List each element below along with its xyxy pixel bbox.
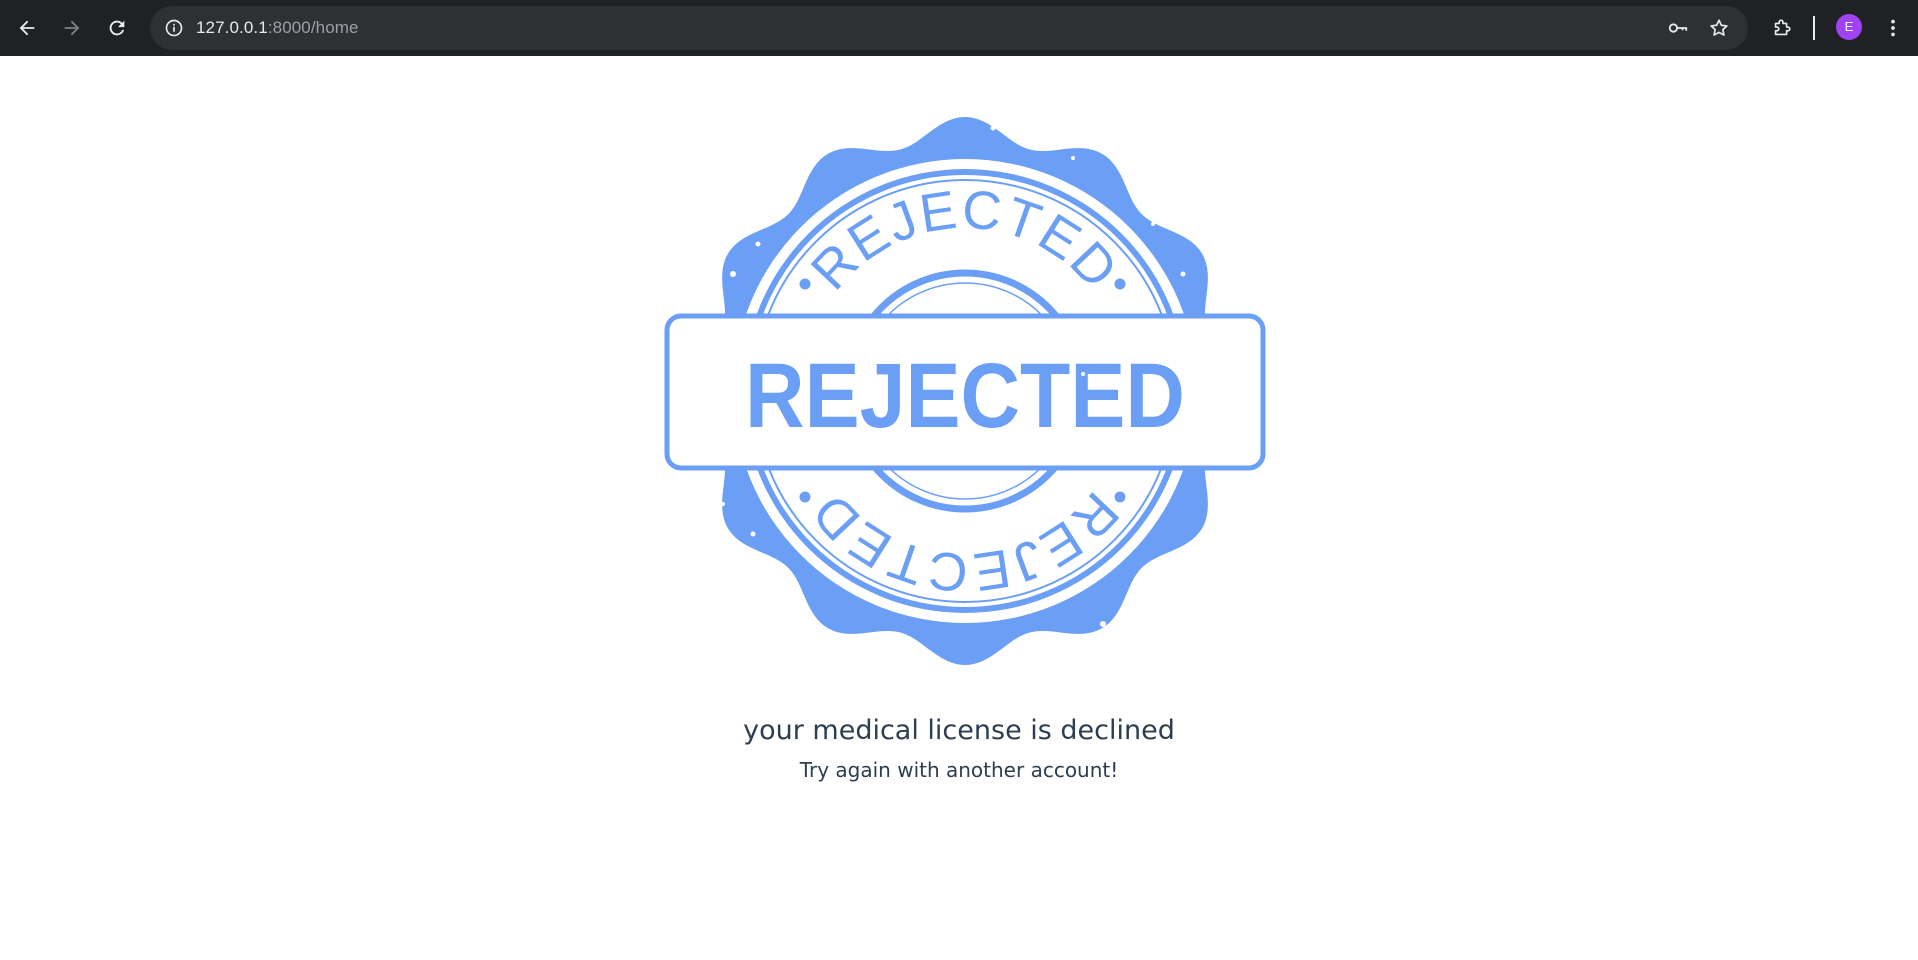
status-message-subtitle: Try again with another account! <box>799 758 1119 782</box>
bookmark-button[interactable] <box>1705 14 1733 42</box>
stamp-dot <box>799 491 811 503</box>
password-key-icon <box>1668 23 1688 33</box>
stamp-dot <box>1114 491 1126 503</box>
back-button[interactable] <box>9 10 45 46</box>
extensions-puzzle-icon <box>1774 19 1791 36</box>
rejected-stamp: REJECTED REJECTED REJECTED <box>664 117 1266 665</box>
address-bar[interactable]: 127.0.0.1:8000/home <box>150 6 1748 50</box>
browser-toolbar: 127.0.0.1:8000/home E <box>0 0 1918 56</box>
stamp-center-text: REJECTED <box>745 345 1185 447</box>
site-info-icon <box>165 19 183 37</box>
site-info-button[interactable] <box>160 14 188 42</box>
forward-arrow-icon <box>64 20 80 36</box>
forward-button[interactable] <box>54 10 90 46</box>
reload-button[interactable] <box>99 10 135 46</box>
toolbar-divider <box>1813 16 1815 40</box>
url-text[interactable]: 127.0.0.1:8000/home <box>196 6 359 50</box>
extensions-button[interactable] <box>1764 10 1800 46</box>
status-message-title: your medical license is declined <box>743 715 1175 746</box>
back-arrow-icon <box>19 20 35 36</box>
url-host: 127.0.0.1 <box>196 18 268 37</box>
reload-icon <box>109 20 125 36</box>
more-menu-button[interactable] <box>1875 10 1911 46</box>
bookmark-star-icon <box>1710 19 1728 36</box>
stamp-dot <box>1114 278 1126 290</box>
stamp-dot <box>799 278 811 290</box>
more-menu-icon <box>1891 19 1895 37</box>
password-key-button[interactable] <box>1664 14 1692 42</box>
profile-avatar[interactable]: E <box>1836 14 1862 40</box>
url-path: :8000/home <box>267 18 359 37</box>
